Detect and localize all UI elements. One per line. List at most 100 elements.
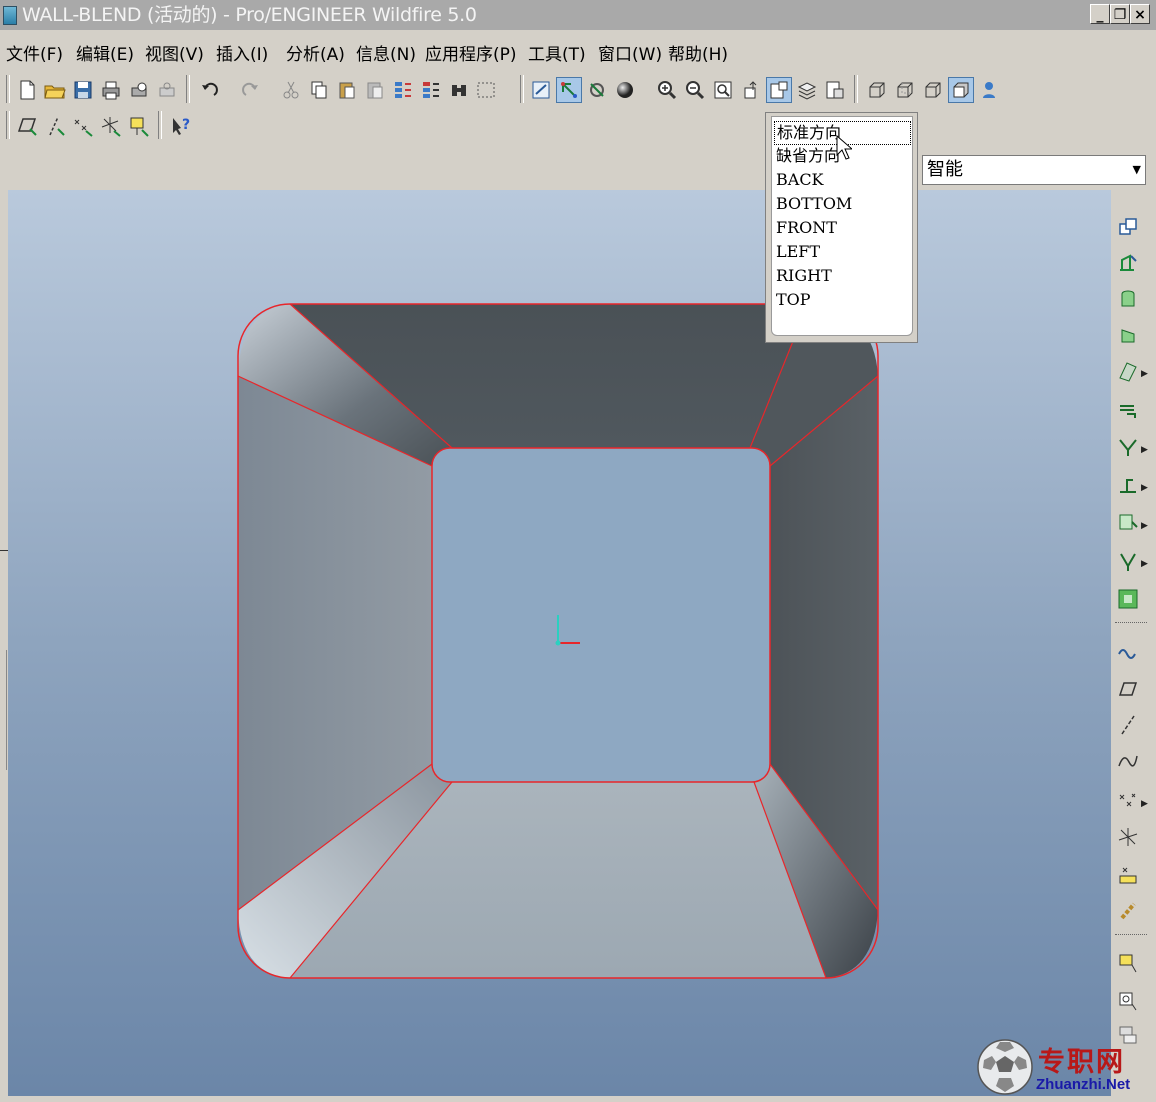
- view-option-front[interactable]: FRONT: [776, 217, 837, 239]
- datum-axis-display-icon[interactable]: [42, 113, 68, 139]
- restore-button[interactable]: ❐: [1110, 4, 1130, 24]
- edit-definition-icon[interactable]: [1113, 248, 1143, 278]
- undo-icon[interactable]: [196, 77, 222, 103]
- datum-axis-icon[interactable]: [1113, 710, 1143, 740]
- chain-icon[interactable]: [1113, 896, 1143, 926]
- paste-special-icon[interactable]: [362, 77, 388, 103]
- view-option-right[interactable]: RIGHT: [776, 265, 832, 287]
- watermark-name: 专职网: [1038, 1047, 1125, 1078]
- print-preview-icon[interactable]: [126, 77, 152, 103]
- datum-toolbar: ?: [0, 108, 760, 144]
- menu-window[interactable]: 窗口(W): [598, 40, 662, 65]
- context-help-icon[interactable]: ?: [168, 113, 194, 139]
- view-manager-icon[interactable]: [822, 77, 848, 103]
- model-tree-icon[interactable]: [976, 77, 1002, 103]
- sweep-dropdown-icon[interactable]: ▶: [1141, 369, 1148, 379]
- menu-file[interactable]: 文件(F): [6, 40, 63, 65]
- view-option-left[interactable]: LEFT: [776, 241, 820, 263]
- watermark-url: Zhuanzhi.Net: [1036, 1076, 1131, 1093]
- view-option-back[interactable]: BACK: [776, 169, 824, 191]
- minimize-button[interactable]: _: [1090, 4, 1110, 24]
- shell-dropdown-icon[interactable]: ▶: [1141, 521, 1148, 531]
- graphics-viewport[interactable]: [8, 190, 1111, 1096]
- save-icon[interactable]: [70, 77, 96, 103]
- revolve-icon[interactable]: [1113, 320, 1143, 350]
- select-box-icon[interactable]: [474, 77, 500, 103]
- extrude-icon[interactable]: [1113, 284, 1143, 314]
- menu-bar: 文件(F) 编辑(E) 视图(V) 插入(I) 分析(A) 信息(N) 应用程序…: [0, 34, 1156, 68]
- menu-edit[interactable]: 编辑(E): [76, 40, 134, 65]
- datum-point-display-icon[interactable]: [70, 113, 96, 139]
- soccer-ball-logo-icon: [977, 1039, 1033, 1095]
- svg-text:?: ?: [182, 117, 190, 133]
- view-option-bottom[interactable]: BOTTOM: [776, 193, 852, 215]
- view-option-top[interactable]: TOP: [776, 289, 811, 311]
- paste-icon[interactable]: [334, 77, 360, 103]
- copy-icon[interactable]: [306, 77, 332, 103]
- cut-icon[interactable]: [278, 77, 304, 103]
- find-icon[interactable]: [446, 77, 472, 103]
- reorient-icon[interactable]: [738, 77, 764, 103]
- annotation-feature-icon[interactable]: [1113, 948, 1143, 978]
- no-hidden-icon[interactable]: [920, 77, 946, 103]
- shell-icon[interactable]: [1113, 508, 1143, 538]
- redo-icon[interactable]: [238, 77, 264, 103]
- csys-icon[interactable]: [1113, 822, 1143, 852]
- rib-dropdown-icon[interactable]: ▶: [1141, 559, 1148, 569]
- datum-point-icon[interactable]: [1113, 786, 1143, 816]
- draft-icon[interactable]: [1113, 432, 1143, 462]
- spin-center-icon[interactable]: [556, 77, 582, 103]
- zoom-in-icon[interactable]: [654, 77, 680, 103]
- hidden-line-icon[interactable]: [892, 77, 918, 103]
- refit-icon[interactable]: [710, 77, 736, 103]
- selection-filter-select[interactable]: 智能 ▼: [922, 155, 1146, 185]
- sketch-icon[interactable]: [1113, 636, 1143, 666]
- edit-icon[interactable]: [1113, 212, 1143, 242]
- menu-help[interactable]: 帮助(H): [668, 40, 728, 65]
- datum-point-dropdown-icon[interactable]: ▶: [1141, 799, 1148, 809]
- menu-applications[interactable]: 应用程序(P): [425, 40, 517, 65]
- shaded-icon[interactable]: [948, 77, 974, 103]
- toolbar-separator: [520, 75, 524, 103]
- regen-manager-icon[interactable]: [418, 77, 444, 103]
- annotation-display-icon[interactable]: [126, 113, 152, 139]
- thicken-icon[interactable]: [1113, 394, 1143, 424]
- csys-display-icon[interactable]: [98, 113, 124, 139]
- layers-icon[interactable]: [794, 77, 820, 103]
- view-option-default[interactable]: 缺省方向: [776, 145, 840, 167]
- menu-tools[interactable]: 工具(T): [528, 40, 586, 65]
- regenerate-icon[interactable]: [390, 77, 416, 103]
- wireframe-icon[interactable]: [864, 77, 890, 103]
- menu-analysis[interactable]: 分析(A): [286, 40, 345, 65]
- shading-icon[interactable]: [612, 77, 638, 103]
- saved-views-icon[interactable]: [766, 77, 792, 103]
- repaint-icon[interactable]: [528, 77, 554, 103]
- close-button[interactable]: ×: [1130, 4, 1150, 24]
- zoom-out-icon[interactable]: [682, 77, 708, 103]
- email-icon[interactable]: [154, 77, 180, 103]
- datum-curve-icon[interactable]: [1113, 746, 1143, 776]
- menu-insert[interactable]: 插入(I): [216, 40, 268, 65]
- analysis-feature-icon[interactable]: [1113, 860, 1143, 890]
- new-file-icon[interactable]: [14, 77, 40, 103]
- round-dropdown-icon[interactable]: ▶: [1141, 483, 1148, 493]
- menu-view[interactable]: 视图(V): [145, 40, 204, 65]
- menu-info[interactable]: 信息(N): [356, 40, 416, 65]
- rib-icon[interactable]: [1113, 546, 1143, 576]
- pattern-icon[interactable]: [1113, 584, 1143, 614]
- orient-mode-icon[interactable]: [584, 77, 610, 103]
- component-interface-icon[interactable]: [1113, 986, 1143, 1016]
- draft-dropdown-icon[interactable]: ▶: [1141, 445, 1148, 455]
- chevron-down-icon: ▼: [1132, 163, 1141, 176]
- round-icon[interactable]: [1113, 470, 1143, 500]
- datum-plane-icon[interactable]: [1113, 674, 1143, 704]
- print-icon[interactable]: [98, 77, 124, 103]
- window-title: WALL-BLEND (活动的) - Pro/ENGINEER Wildfire…: [22, 4, 477, 26]
- proe-app-icon: [3, 6, 17, 25]
- main-toolbar: ▼ ▼ ▼ ▼: [0, 72, 1156, 166]
- wall-blend-model[interactable]: [8, 190, 1111, 1096]
- sweep-icon[interactable]: [1113, 356, 1143, 386]
- open-folder-icon[interactable]: [42, 77, 68, 103]
- datum-plane-display-icon[interactable]: [14, 113, 40, 139]
- left-panel-edge[interactable]: [0, 190, 8, 1096]
